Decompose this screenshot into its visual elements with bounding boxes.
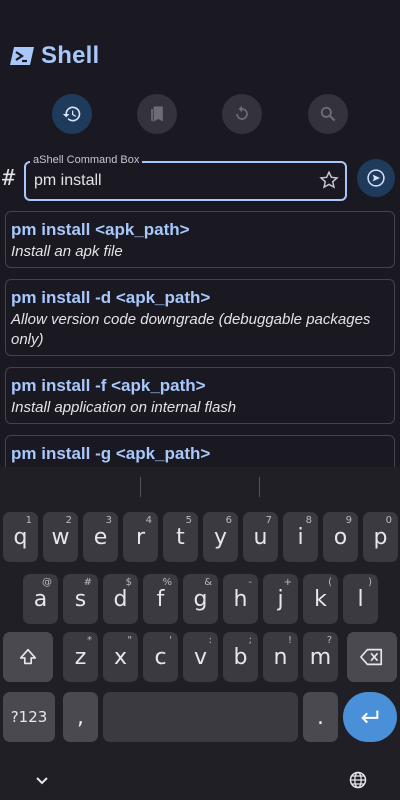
command-input[interactable]: pm install (34, 172, 102, 190)
key-y[interactable]: y6 (203, 512, 238, 562)
refresh-button[interactable] (222, 94, 262, 134)
prompt-symbol: # (2, 166, 16, 191)
key-e[interactable]: e3 (83, 512, 118, 562)
key-u[interactable]: u7 (243, 512, 278, 562)
app-header: Shell (10, 40, 99, 72)
history-icon (62, 106, 81, 122)
key-g[interactable]: g & (183, 574, 218, 624)
divider (140, 477, 141, 497)
star-icon[interactable] (318, 169, 340, 191)
key-a[interactable]: a @ (23, 574, 58, 624)
suggestion-title: pm install <apk_path> (11, 220, 190, 239)
keyboard-nav-bar (0, 763, 400, 800)
shift-key[interactable] (3, 632, 53, 682)
send-button[interactable] (357, 159, 395, 197)
suggestion-title: pm install -g <apk_path> (11, 444, 211, 463)
key-o[interactable]: o9 (323, 512, 358, 562)
divider (259, 477, 260, 497)
key-h[interactable]: h- (223, 574, 258, 624)
send-icon (367, 169, 385, 187)
shift-icon (19, 648, 37, 665)
history-button[interactable] (52, 94, 92, 134)
refresh-icon (236, 105, 248, 120)
key-z[interactable]: z * (63, 632, 98, 682)
suggestion-item[interactable]: pm install -d <apk_path> Allow version c… (5, 279, 395, 356)
key-q[interactable]: q1 (3, 512, 38, 562)
toolbar (0, 94, 400, 134)
comma-key[interactable]: , (63, 692, 98, 742)
search-icon (320, 106, 336, 122)
suggestion-title: pm install -f <apk_path> (11, 376, 206, 395)
suggestion-description: Allow version code downgrade (debuggable… (11, 311, 371, 348)
key-v[interactable]: v: (183, 632, 218, 682)
on-screen-keyboard: q1 w2 e3 r4 t5 y6 u7 i8 o9 p0 a @ s # d $ f… (0, 467, 400, 800)
key-f[interactable]: f% (143, 574, 178, 624)
backspace-key[interactable] (347, 632, 397, 682)
key-c[interactable]: c ' (143, 632, 178, 682)
command-box-label: aShell Command Box (30, 154, 143, 166)
key-r[interactable]: r4 (123, 512, 158, 562)
enter-icon (361, 710, 379, 724)
key-m[interactable]: m? (303, 632, 338, 682)
key-i[interactable]: i8 (283, 512, 318, 562)
bookmarks-button[interactable] (137, 94, 177, 134)
key-j[interactable]: j + (263, 574, 298, 624)
suggestion-item[interactable]: pm install <apk_path> Install an apk fil… (5, 211, 395, 268)
key-n[interactable]: n! (263, 632, 298, 682)
globe-icon[interactable] (348, 770, 368, 790)
bookmarks-icon (151, 106, 163, 122)
period-key[interactable]: . (303, 692, 338, 742)
key-d[interactable]: d $ (103, 574, 138, 624)
suggestion-list: pm install <apk_path> Install an apk fil… (0, 211, 400, 467)
backspace-icon (360, 648, 383, 666)
suggestion-item[interactable]: pm install -f <apk_path> Install applica… (5, 367, 395, 424)
space-key[interactable] (103, 692, 298, 742)
key-w[interactable]: w2 (43, 512, 78, 562)
key-s[interactable]: s # (63, 574, 98, 624)
symbols-key[interactable]: ?123 (3, 692, 55, 742)
enter-key[interactable] (343, 692, 397, 742)
search-button[interactable] (308, 94, 348, 134)
key-p[interactable]: p0 (363, 512, 398, 562)
suggestion-description: Install an apk file (11, 243, 123, 260)
key-b[interactable]: b; (223, 632, 258, 682)
key-x[interactable]: x " (103, 632, 138, 682)
hide-keyboard-icon[interactable] (34, 773, 50, 789)
suggestion-title: pm install -d <apk_path> (11, 288, 211, 307)
app-title: Shell (41, 42, 100, 69)
key-k[interactable]: k( (303, 574, 338, 624)
terminal-logo-icon (10, 47, 34, 65)
suggestion-item[interactable]: pm install -g <apk_path> (5, 435, 395, 467)
key-t[interactable]: t5 (163, 512, 198, 562)
key-l[interactable]: l) (343, 574, 378, 624)
suggestion-strip (0, 467, 400, 503)
suggestion-description: Install application on internal flash (11, 399, 237, 416)
